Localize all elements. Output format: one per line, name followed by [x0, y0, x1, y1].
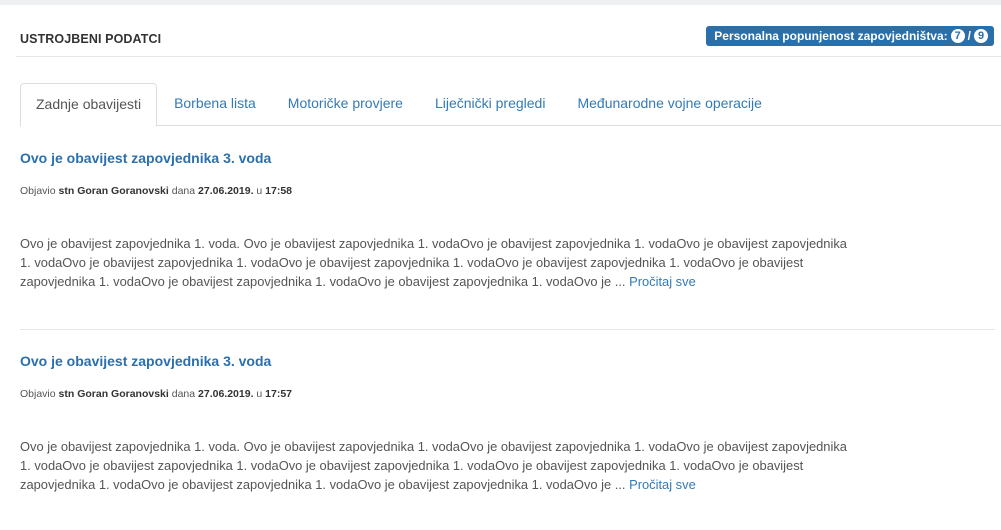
notice-body: Ovo je obavijest zapovjednika 1. voda. O…	[20, 437, 995, 494]
staffing-total-count: 9	[974, 29, 988, 43]
meta-prefix: Objavio	[20, 388, 56, 400]
notice-body-line: 1. vodaOvo je obavijest zapovjednika 1. …	[20, 458, 804, 473]
notice-title-link[interactable]: Ovo je obavijest zapovjednika 3. voda	[20, 353, 271, 369]
tab-fitness-tests[interactable]: Motoričke provjere	[273, 83, 418, 126]
staffing-separator: /	[967, 29, 971, 43]
meta-date-prefix: dana	[171, 185, 196, 197]
notice-item: Ovo je obavijest zapovjednika 3. voda Ob…	[20, 150, 995, 289]
meta-prefix: Objavio	[20, 185, 56, 197]
notice-title-link[interactable]: Ovo je obavijest zapovjednika 3. voda	[20, 150, 271, 166]
meta-time-prefix: u	[256, 185, 263, 197]
tab-international-operations[interactable]: Međunarodne vojne operacije	[562, 83, 776, 126]
staffing-current-count: 7	[950, 29, 965, 43]
tab-recent-notices[interactable]: Zadnje obavijesti	[20, 83, 158, 127]
notice-author: stn Goran Goranovski	[58, 388, 169, 400]
notice-divider	[20, 329, 995, 330]
panel-header: USTROJBENI PODATCI Personalna popunjenos…	[16, 23, 1001, 57]
notice-meta: Objavio stn Goran Goranovski dana 27.06.…	[20, 185, 292, 197]
notice-body-line: Ovo je obavijest zapovjednika 1. voda. O…	[20, 439, 847, 454]
notice-date: 27.06.2019.	[198, 185, 254, 197]
notice-date: 27.06.2019.	[198, 388, 254, 400]
top-divider	[0, 0, 1001, 5]
staffing-label: Personalna popunjenost zapovjedništva:	[714, 29, 948, 43]
tab-medical-exams[interactable]: Liječnički pregledi	[420, 83, 561, 126]
notice-time: 17:58	[265, 185, 293, 197]
notice-body-line: zapovjednika 1. vodaOvo je obavijest zap…	[20, 274, 696, 289]
notice-body-line: 1. vodaOvo je obavijest zapovjednika 1. …	[20, 255, 804, 270]
panel-title: USTROJBENI PODATCI	[20, 32, 162, 46]
tab-combat-roster[interactable]: Borbena lista	[159, 83, 271, 126]
tab-bar: Zadnje obavijesti Borbena lista Motoričk…	[20, 83, 1001, 127]
notice-item: Ovo je obavijest zapovjednika 3. voda Ob…	[20, 353, 995, 492]
meta-time-prefix: u	[256, 388, 263, 400]
notice-time: 17:57	[265, 388, 293, 400]
staffing-badge: Personalna popunjenost zapovjedništva: 7…	[706, 26, 994, 46]
notice-body: Ovo je obavijest zapovjednika 1. voda. O…	[20, 234, 995, 291]
read-more-link[interactable]: Pročitaj sve	[629, 477, 696, 492]
meta-date-prefix: dana	[171, 388, 196, 400]
notice-author: stn Goran Goranovski	[58, 185, 169, 197]
notice-body-line: zapovjednika 1. vodaOvo je obavijest zap…	[20, 477, 696, 492]
read-more-link[interactable]: Pročitaj sve	[629, 274, 696, 289]
notice-meta: Objavio stn Goran Goranovski dana 27.06.…	[20, 388, 292, 400]
notice-body-line: Ovo je obavijest zapovjednika 1. voda. O…	[20, 236, 847, 251]
